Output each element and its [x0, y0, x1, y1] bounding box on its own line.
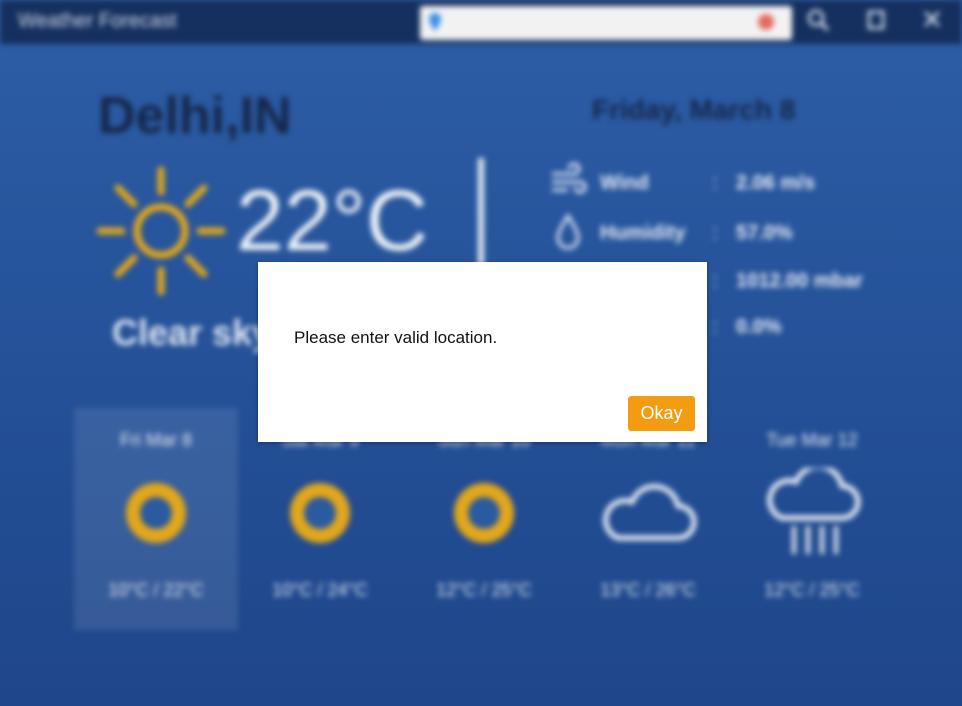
clear-search-icon[interactable] — [758, 14, 774, 30]
city-name: Delhi,IN — [98, 87, 292, 145]
forecast-temp-range: 13°C / 26°C — [600, 580, 696, 600]
wind-icon — [552, 162, 587, 194]
pressure-separator: : — [712, 270, 718, 292]
forecast-temp-range: 10°C / 24°C — [272, 580, 368, 600]
forecast-temp-range: 12°C / 25°C — [764, 580, 860, 600]
pressure-value: 1012.00 mbar — [736, 270, 863, 292]
app-title: Weather Forecast — [18, 10, 177, 32]
title-bar: Weather Forecast — [0, 0, 962, 44]
precipitation-value: 0.0% — [736, 316, 782, 338]
close-button[interactable] — [918, 8, 946, 36]
wind-label: Wind — [600, 172, 649, 194]
location-pin-icon — [429, 13, 441, 31]
alert-dialog: Please enter valid location. Okay — [258, 262, 707, 442]
search-button[interactable] — [804, 8, 832, 36]
current-date: Friday, March 8 — [592, 94, 796, 125]
forecast-day-label: Tue Mar 12 — [766, 430, 858, 450]
cloud-icon — [603, 484, 697, 541]
forecast-day-label: Fri Mar 8 — [120, 430, 192, 450]
sun-icon — [126, 483, 186, 543]
humidity-separator: : — [712, 222, 718, 244]
rain-cloud-icon — [767, 468, 861, 554]
current-temperature: 22°C — [236, 173, 429, 269]
wind-separator: : — [712, 172, 718, 194]
humidity-value: 57.0% — [736, 222, 793, 244]
weather-app: Weather Forecast Delhi,IN Friday, March … — [0, 0, 962, 706]
refresh-button[interactable] — [862, 8, 890, 36]
humidity-icon — [556, 213, 580, 250]
forecast-temp-range: 12°C / 25°C — [436, 580, 532, 600]
refresh-icon — [867, 10, 885, 30]
search-icon — [807, 9, 830, 32]
search-input[interactable] — [446, 12, 770, 34]
humidity-label: Humidity — [600, 222, 686, 244]
weather-condition: Clear sky — [112, 312, 273, 353]
forecast-day-1[interactable]: Fri Mar 8 10°C / 22°C — [74, 408, 238, 630]
location-search[interactable] — [420, 6, 792, 40]
precipitation-separator: : — [712, 316, 718, 338]
sun-icon — [290, 483, 350, 543]
divider — [478, 158, 484, 268]
forecast-day-5[interactable]: Tue Mar 12 12°C / 25°C — [730, 408, 894, 630]
dialog-message: Please enter valid location. — [294, 328, 498, 347]
sun-icon — [454, 483, 514, 543]
okay-button[interactable]: Okay — [628, 396, 695, 431]
close-icon — [924, 11, 940, 27]
wind-value: 2.06 m/s — [736, 172, 815, 194]
sun-icon — [96, 166, 226, 296]
forecast-temp-range: 10°C / 22°C — [108, 580, 204, 600]
